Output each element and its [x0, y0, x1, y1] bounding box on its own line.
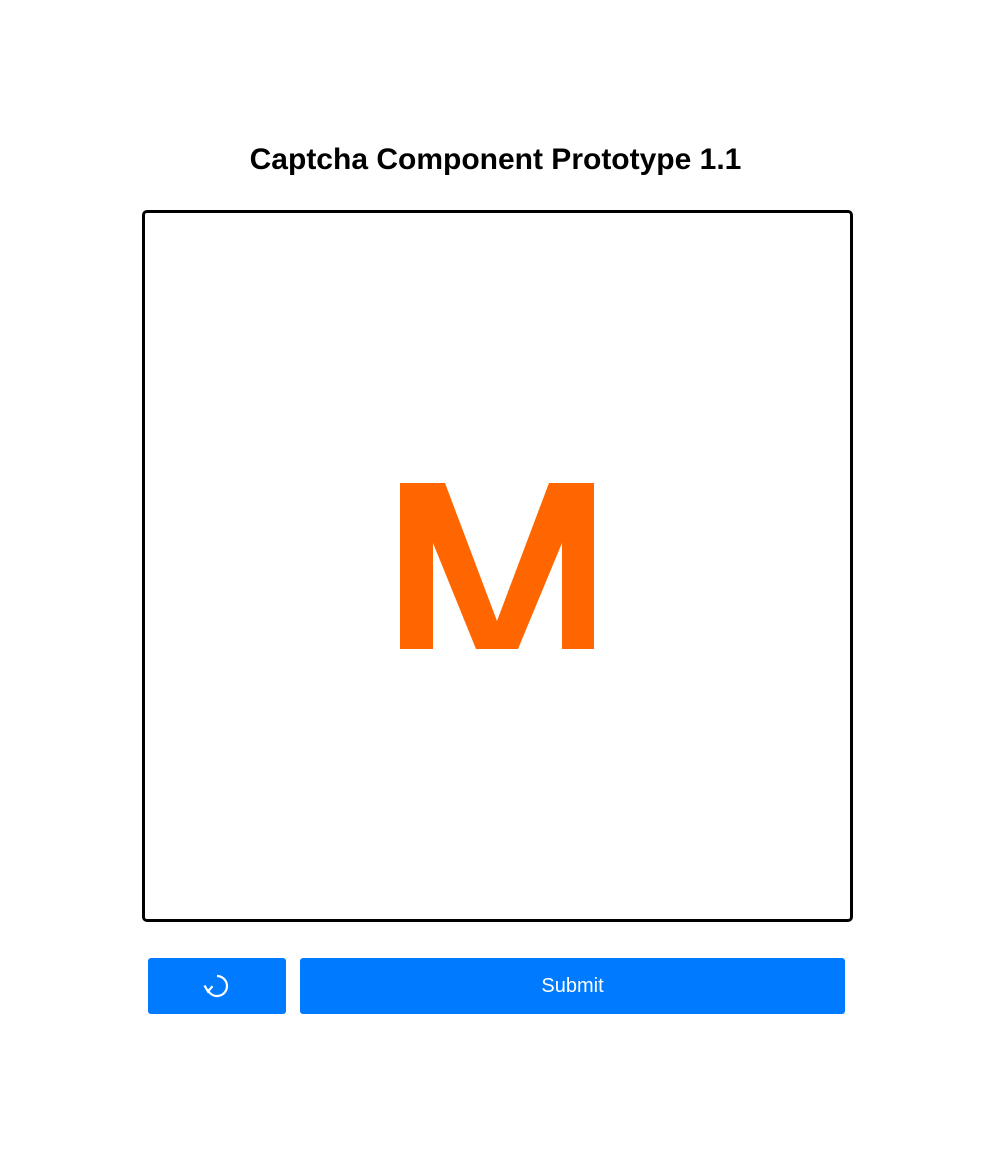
refresh-icon	[202, 971, 232, 1001]
captcha-character	[145, 213, 850, 919]
submit-button[interactable]: Submit	[300, 958, 845, 1014]
captcha-character-glyph	[400, 483, 594, 649]
refresh-button[interactable]	[148, 958, 286, 1014]
page-title: Captcha Component Prototype 1.1	[249, 143, 742, 176]
captcha-image-box	[142, 210, 853, 922]
captcha-page: Captcha Component Prototype 1.1 Submit	[0, 0, 991, 1165]
